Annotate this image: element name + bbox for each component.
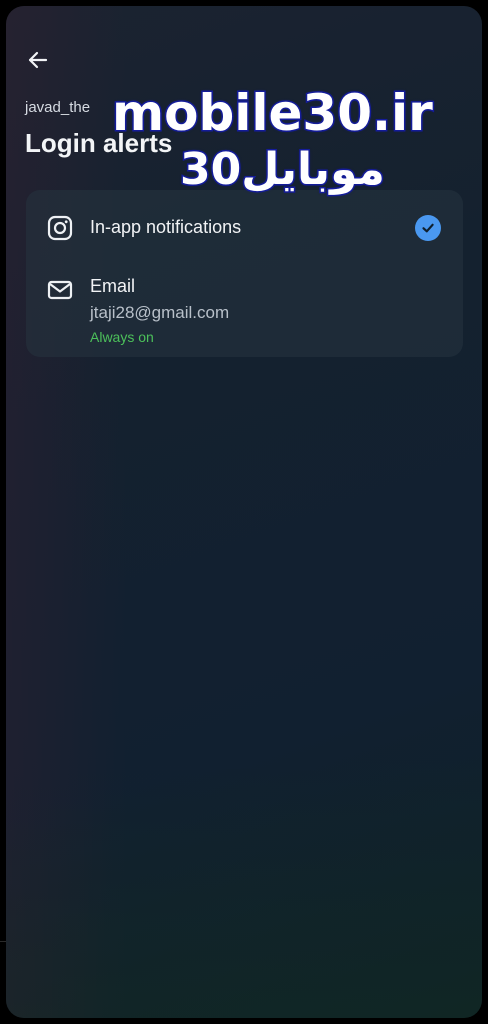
mail-icon: [47, 280, 73, 300]
alert-option-label: In-app notifications: [90, 217, 242, 237]
email-address: jtaji28@gmail.com: [90, 303, 230, 322]
app-screen: javad_the Login alerts In-app notificati…: [6, 6, 482, 1018]
selected-check-icon[interactable]: [415, 215, 441, 241]
instagram-icon: [47, 215, 73, 241]
edge-line: [0, 941, 6, 942]
alert-option-label: Email: [90, 276, 136, 296]
watermark: mobile30.ir موبایل30: [111, 83, 452, 214]
background-tint-bottom: [6, 758, 482, 1018]
checkmark-icon: [422, 223, 434, 233]
arrow-left-icon: [28, 51, 48, 69]
watermark-text: mobile30.ir: [111, 83, 435, 144]
back-button[interactable]: [22, 44, 54, 76]
alerts-card: In-app notifications Email jtaji28@gmail…: [26, 190, 463, 357]
watermark-text-persian: موبایل30: [179, 143, 387, 197]
alert-option-email[interactable]: Email jtaji28@gmail.com Always on: [26, 266, 463, 357]
account-username: javad_the: [25, 99, 91, 116]
status-label: Always on: [90, 329, 154, 345]
